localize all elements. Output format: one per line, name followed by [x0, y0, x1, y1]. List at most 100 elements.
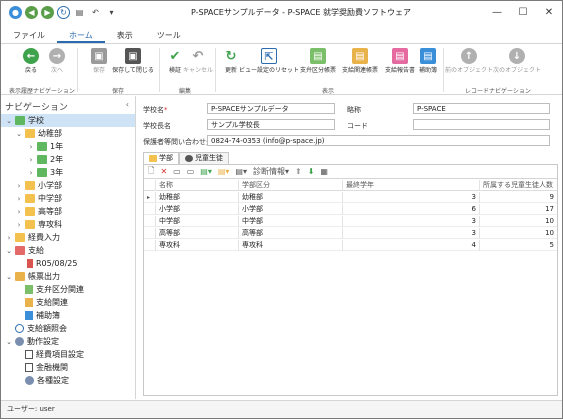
tree-item-expense-item-settings[interactable]: 経費項目設定 — [23, 348, 84, 361]
expand-icon[interactable]: › — [15, 208, 23, 216]
abbr-field[interactable]: P-SPACE — [413, 103, 550, 114]
expand-icon[interactable]: › — [15, 195, 23, 203]
tree-item-elementary[interactable]: › 小学部 — [15, 179, 62, 192]
payment-related-report-button[interactable]: ▤ 支給関連帳票 — [340, 48, 380, 82]
gear-icon — [15, 337, 24, 346]
folder-icon — [149, 155, 157, 162]
column-header-count[interactable]: 所属する児童生徒人数 — [480, 180, 557, 191]
expand-icon[interactable]: ⌄ — [5, 338, 13, 346]
book-icon: ▤ — [420, 48, 436, 64]
chart-icon[interactable]: ▤▾ — [235, 167, 247, 176]
tree-item-high-school[interactable]: › 高等部 — [15, 205, 62, 218]
school-name-field[interactable]: P-SPACEサンプルデータ — [207, 103, 335, 114]
expand-icon[interactable]: › — [27, 169, 35, 177]
tab-home[interactable]: ホーム — [57, 29, 105, 43]
table-row[interactable]: 中学部 中学部 3 10 — [144, 216, 557, 227]
table-row[interactable]: ▸ 幼稚部 幼稚部 3 9 — [144, 192, 557, 203]
expand-icon[interactable]: › — [27, 143, 35, 151]
print-icon[interactable]: ▤▾ — [218, 167, 230, 176]
cell-count: 9 — [549, 193, 554, 201]
subsidy-book-button[interactable]: ▤ 補助簿 — [415, 48, 441, 82]
tree-item-school[interactable]: ⌄ 学校 — [1, 114, 135, 127]
expense-category-report-button[interactable]: ▤ 支弁区分帳票 — [296, 48, 340, 82]
customize-quick-icon[interactable]: ▾ — [105, 6, 118, 19]
delete-icon[interactable]: ✕ — [160, 167, 167, 176]
diagnose-dropdown[interactable]: 診断情報 ▾ — [253, 166, 289, 177]
payment-report-button[interactable]: ▤ 支給報告書 — [383, 48, 417, 82]
tree-item-expense-input[interactable]: › 経費入力 — [5, 231, 60, 244]
cell-category: 専攻科 — [239, 240, 343, 251]
tree-item-report-output[interactable]: ⌄ 帳票出力 — [5, 270, 60, 283]
tree-item-payment-related[interactable]: 支給関連 — [23, 296, 68, 309]
tree-item-advanced-course[interactable]: › 専攻科 — [15, 218, 62, 231]
folder-icon — [15, 233, 25, 242]
cancel-button[interactable]: ↶ キャンセル — [183, 48, 213, 82]
tree-item-junior-high[interactable]: › 中学部 — [15, 192, 62, 205]
tab-file[interactable]: ファイル — [1, 29, 57, 43]
forward-button[interactable]: → 次へ — [41, 48, 73, 82]
unlink-icon[interactable]: ▭ — [187, 167, 195, 176]
expand-icon[interactable]: › — [15, 182, 23, 190]
code-field[interactable] — [413, 119, 550, 130]
tree-item-grade-1[interactable]: › 1年 — [27, 140, 63, 153]
prev-object-button[interactable]: ↑ 前のオブジェクト — [445, 48, 493, 82]
tree-item-grade-3[interactable]: › 3年 — [27, 166, 63, 179]
expand-icon[interactable]: ⌄ — [5, 247, 13, 255]
principal-field[interactable]: サンプル学校長 — [207, 119, 335, 130]
column-header-name[interactable]: 名称 — [156, 180, 239, 191]
table-row[interactable]: 小学部 小学部 6 17 — [144, 204, 557, 215]
back-quick-icon[interactable]: ◀ — [25, 6, 38, 19]
table-row[interactable]: 高等部 高等部 3 10 — [144, 228, 557, 239]
refresh-button[interactable]: ↻ 更新 — [215, 48, 247, 82]
minimize-icon[interactable]: — — [484, 1, 510, 23]
tab-students[interactable]: 児童生徒 — [179, 152, 229, 164]
view-reset-button[interactable]: ⇱ ビュー設定のリセット — [239, 48, 299, 82]
tab-view[interactable]: 表示 — [105, 29, 145, 43]
tree-item-payment[interactable]: ⌄ 支給 — [5, 244, 44, 257]
expand-icon[interactable]: ⌄ — [5, 117, 13, 125]
folder-icon — [37, 168, 47, 177]
expand-icon[interactable]: › — [5, 234, 13, 242]
grid-toolbar: 🗋 ✕ ▭ ▭ ▤▾ ▤▾ ▤▾ 診断情報 ▾ ⬆ ⬇ ▦ — [144, 165, 557, 179]
table-row[interactable]: 専攻科 専攻科 4 5 — [144, 240, 557, 251]
next-object-button[interactable]: ↓ 次のオブジェクト — [493, 48, 541, 82]
tree-item-grade-2[interactable]: › 2年 — [27, 153, 63, 166]
tree-item-financial-institution[interactable]: 金融機関 — [23, 361, 68, 374]
tree-item-subsidy-book[interactable]: 補助簿 — [23, 309, 60, 322]
column-header-category[interactable]: 学部区分 — [239, 180, 343, 191]
tab-tools[interactable]: ツール — [145, 29, 193, 43]
export-icon[interactable]: ▤▾ — [200, 167, 212, 176]
collapse-icon[interactable]: ‹ — [126, 100, 129, 109]
move-down-icon[interactable]: ⬇ — [308, 167, 315, 176]
contact-field[interactable]: 0824-74-0353 (info@p-space.jp) — [207, 135, 550, 146]
forward-quick-icon[interactable]: ▶ — [41, 6, 54, 19]
document-icon — [25, 350, 33, 359]
tree-item-various-settings[interactable]: 各種設定 — [23, 374, 69, 387]
options-icon[interactable]: ▦ — [320, 167, 328, 176]
expand-icon[interactable]: ⌄ — [15, 130, 23, 138]
tree-item-kindergarten[interactable]: ⌄ 幼稚部 — [15, 127, 62, 140]
report-icon: ▤ — [392, 48, 408, 64]
abbr-label: 略称 — [347, 106, 361, 114]
arrow-left-icon: ← — [23, 48, 39, 64]
tab-departments[interactable]: 学部 — [143, 152, 179, 164]
expand-icon[interactable]: ⌄ — [5, 273, 13, 281]
link-icon[interactable]: ▭ — [173, 167, 181, 176]
maximize-icon[interactable]: ☐ — [510, 1, 536, 23]
group-label-view: 表示 — [322, 88, 335, 95]
close-icon[interactable]: ✕ — [536, 1, 562, 23]
tree-item-expense-category-related[interactable]: 支弁区分関連 — [23, 283, 84, 296]
new-icon[interactable]: 🗋 — [148, 165, 154, 179]
tree-item-payment-date[interactable]: R05/08/25 — [25, 257, 78, 270]
expand-icon[interactable]: › — [27, 156, 35, 164]
move-up-icon[interactable]: ⬆ — [295, 167, 302, 176]
expand-icon[interactable]: › — [15, 221, 23, 229]
book-icon — [25, 311, 33, 320]
save-quick-icon[interactable]: ▤ — [73, 6, 86, 19]
refresh-quick-icon[interactable]: ↻ — [57, 6, 70, 19]
tree-item-payment-inquiry[interactable]: 支給額照会 — [13, 322, 67, 335]
save-close-button[interactable]: ▣ 保存して閉じる — [111, 48, 155, 82]
tree-item-operation-settings[interactable]: ⌄ 動作設定 — [5, 335, 59, 348]
column-header-final-grade[interactable]: 最終学年 — [343, 180, 480, 191]
undo-quick-icon[interactable]: ↶ — [89, 6, 102, 19]
